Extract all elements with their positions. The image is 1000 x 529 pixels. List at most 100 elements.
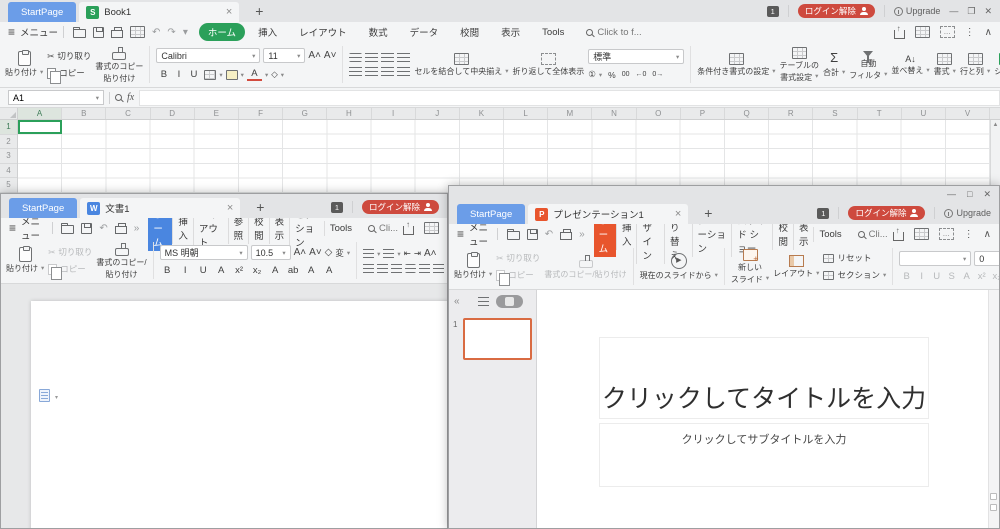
logout-button[interactable]: ログイン解除 bbox=[848, 206, 925, 220]
align-left-icon[interactable] bbox=[363, 264, 374, 273]
hamburger-icon[interactable]: ≡ bbox=[8, 25, 15, 39]
format-painter-button[interactable]: 書式のコピー/貼り付け bbox=[544, 254, 626, 279]
cut-button[interactable]: ✂切り取り bbox=[496, 252, 540, 264]
thumbnail-view-toggle[interactable] bbox=[496, 295, 523, 308]
wr-format-button-9[interactable]: A bbox=[322, 265, 337, 276]
clear-format-button[interactable]: ◇▾ bbox=[271, 69, 284, 80]
column-header-11[interactable]: L bbox=[504, 108, 548, 119]
wr-format-button-8[interactable]: A bbox=[304, 265, 319, 276]
column-header-4[interactable]: E bbox=[195, 108, 239, 119]
fx-label[interactable]: fx bbox=[127, 92, 134, 103]
wr-format-button-2[interactable]: U bbox=[196, 265, 211, 276]
comment-icon[interactable]: … bbox=[939, 228, 954, 240]
cut-button[interactable]: ✂切り取り bbox=[48, 246, 92, 258]
collapse-ribbon-icon[interactable]: ∧ bbox=[984, 229, 991, 240]
column-header-10[interactable]: K bbox=[460, 108, 504, 119]
collapse-ribbon-icon[interactable]: ∧ bbox=[985, 27, 992, 38]
subtitle-placeholder-box[interactable]: クリックしてサブタイトルを入力 bbox=[599, 423, 929, 487]
column-header-8[interactable]: I bbox=[372, 108, 416, 119]
save-icon[interactable] bbox=[81, 223, 92, 234]
ss-format-button-0[interactable]: B bbox=[156, 69, 171, 80]
more-icons-chevron[interactable]: » bbox=[134, 223, 140, 234]
more-icons-chevron[interactable]: » bbox=[579, 229, 585, 240]
more-menu-icon[interactable]: ⋮ bbox=[965, 27, 975, 38]
grow-font-button[interactable]: A˄ bbox=[308, 50, 321, 61]
pp-format-button-1[interactable]: I bbox=[914, 271, 929, 282]
autofilter-button[interactable]: 自動 フィルタ▾ bbox=[849, 49, 887, 79]
align-distribute-icon[interactable] bbox=[419, 264, 430, 273]
ss-ribbon-tab-4[interactable]: データ bbox=[401, 23, 448, 41]
name-box[interactable]: A1▾ bbox=[8, 90, 104, 105]
indent-decrease-icon[interactable]: ⇤ bbox=[404, 248, 411, 259]
document-page[interactable]: ▾ bbox=[31, 301, 448, 529]
comment-icon[interactable]: … bbox=[940, 26, 955, 38]
wr-format-button-5[interactable]: x₂ bbox=[250, 265, 265, 276]
new-slide-button[interactable]: 新しい スライド▾ bbox=[731, 249, 769, 283]
table-format-button[interactable]: テーブルの 書式設定▾ bbox=[780, 47, 820, 81]
switch-window-icon[interactable] bbox=[915, 26, 930, 38]
ss-ribbon-tab-6[interactable]: 表示 bbox=[492, 23, 529, 41]
ss-ribbon-tab-3[interactable]: 数式 bbox=[360, 23, 397, 41]
font-size-combo[interactable]: 10.5▾ bbox=[251, 245, 291, 260]
close-tab-icon[interactable]: × bbox=[675, 208, 681, 220]
align-center-icon[interactable] bbox=[365, 67, 378, 76]
minimize-icon[interactable]: — bbox=[947, 189, 956, 199]
column-header-19[interactable]: T bbox=[858, 108, 902, 119]
wr-ribbon-tab-7[interactable]: Tools bbox=[324, 221, 357, 236]
close-icon[interactable]: ✕ bbox=[984, 6, 992, 17]
insert-function-icon[interactable] bbox=[115, 94, 122, 101]
cell-grid[interactable] bbox=[18, 120, 990, 193]
share-icon[interactable] bbox=[893, 232, 904, 241]
startpage-tab[interactable]: StartPage bbox=[9, 198, 77, 218]
shrink-font-button[interactable]: A˅ bbox=[324, 50, 337, 61]
title-placeholder-box[interactable]: クリックしてタイトルを入力 bbox=[599, 337, 929, 419]
previous-slide-button[interactable] bbox=[990, 493, 997, 500]
clear-format-icon[interactable]: ◇ bbox=[325, 247, 333, 258]
close-tab-icon[interactable]: × bbox=[227, 202, 233, 214]
menu-button[interactable]: メニュー bbox=[21, 214, 47, 242]
column-header-13[interactable]: N bbox=[592, 108, 636, 119]
font-name-combo[interactable]: MS 明朝▾ bbox=[160, 245, 248, 260]
menu-button[interactable]: メニュー bbox=[469, 220, 492, 248]
merge-center-button[interactable]: セルを結合して中央揃え▾ bbox=[414, 53, 508, 76]
ss-ribbon-tab-5[interactable]: 校閲 bbox=[451, 23, 488, 41]
sort-button[interactable]: A↓ 並べ替え▾ bbox=[891, 54, 929, 76]
ribbon-search[interactable]: Click to f... bbox=[586, 27, 641, 38]
align-middle-icon[interactable] bbox=[365, 53, 378, 62]
undo-icon[interactable]: ↶ bbox=[545, 229, 553, 240]
number-list-icon[interactable] bbox=[383, 249, 394, 258]
sum-button[interactable]: Σ 合計▾ bbox=[823, 51, 845, 77]
logout-button[interactable]: ログイン解除 bbox=[362, 200, 439, 214]
pp-ribbon-tab-8[interactable]: Tools bbox=[813, 227, 846, 242]
collapse-panel-icon[interactable]: « bbox=[454, 296, 460, 307]
play-from-current-button[interactable]: ▶ 現在のスライドから▾ bbox=[640, 253, 718, 280]
wrap-text-button[interactable]: 折り返して全体表示 bbox=[512, 53, 584, 76]
ss-ribbon-tab-0[interactable]: ホーム bbox=[199, 23, 245, 41]
save-icon[interactable] bbox=[93, 27, 104, 38]
select-all-corner[interactable] bbox=[0, 108, 18, 119]
column-header-9[interactable]: J bbox=[416, 108, 460, 119]
layout-button[interactable]: レイアウト▾ bbox=[773, 255, 819, 278]
new-tab-button[interactable]: + bbox=[704, 205, 712, 221]
writer-doc-tab[interactable]: W 文書1 × bbox=[80, 198, 240, 218]
row-header-0[interactable]: 1 bbox=[0, 120, 17, 135]
format-button[interactable]: 書式▾ bbox=[934, 53, 956, 76]
ribbon-search[interactable]: Cli... bbox=[858, 229, 888, 240]
slide-editor[interactable]: クリックしてタイトルを入力 クリックしてサブタイトルを入力 bbox=[537, 290, 999, 528]
row-header-3[interactable]: 4 bbox=[0, 164, 17, 179]
undo-icon[interactable]: ↶ bbox=[152, 27, 160, 38]
percent-button[interactable]: % bbox=[608, 70, 616, 80]
more-caret-icon[interactable]: ▾ bbox=[183, 27, 188, 38]
hamburger-icon[interactable]: ≡ bbox=[9, 221, 16, 235]
outline-view-icon[interactable] bbox=[478, 297, 489, 306]
conditional-format-button[interactable]: 条件付き書式の設定▾ bbox=[697, 53, 775, 76]
pp-format-button-5[interactable]: x² bbox=[974, 271, 989, 282]
row-header-2[interactable]: 3 bbox=[0, 149, 17, 164]
font-size-combo[interactable]: 0▾ bbox=[974, 251, 1000, 266]
save-icon[interactable] bbox=[527, 229, 538, 240]
pp-format-button-0[interactable]: B bbox=[899, 271, 914, 282]
ss-ribbon-tab-7[interactable]: Tools bbox=[533, 25, 573, 40]
paste-button[interactable]: 貼り付け▾ bbox=[454, 253, 492, 279]
row-header-4[interactable]: 5 bbox=[0, 178, 17, 193]
formula-input[interactable] bbox=[139, 90, 1000, 106]
